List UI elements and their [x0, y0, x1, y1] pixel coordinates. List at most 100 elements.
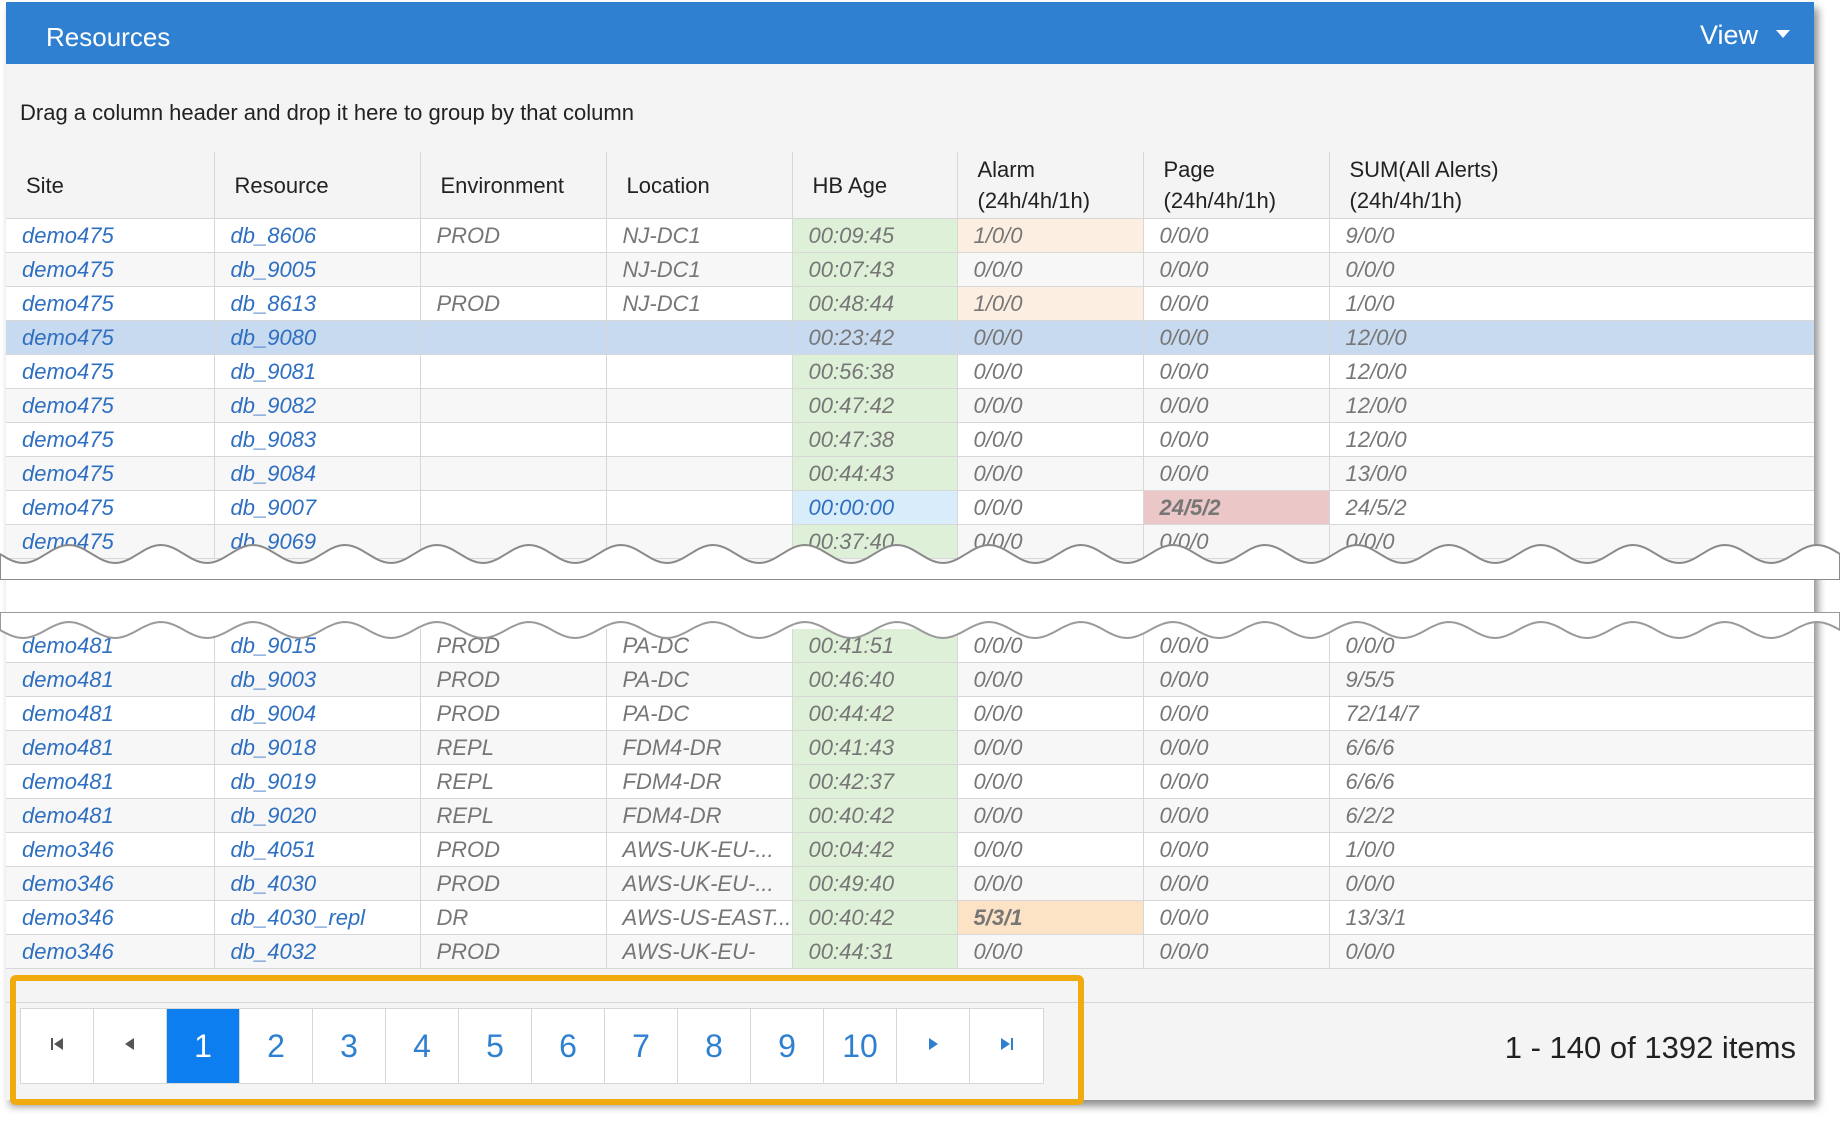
chevron-down-icon[interactable]	[1776, 30, 1790, 38]
table-row[interactable]: demo346 db_4032 PROD AWS-UK-EU- 00:44:31 0/0/…	[6, 934, 1814, 969]
previous-page-button[interactable]	[94, 1009, 167, 1083]
column-header-3[interactable]: Location	[605, 152, 792, 219]
table-row[interactable]: demo475 db_9083 00:47:38 0/0/0 0/0/0 12/0/0	[6, 422, 1814, 457]
cell-hb: 00:07:43	[791, 252, 957, 287]
cell-resource[interactable]: db_9084	[213, 456, 420, 491]
page-button-6[interactable]: 6	[532, 1009, 605, 1083]
table-row[interactable]: demo481 db_9019 REPL FDM4-DR 00:42:37 0/0/0 0/…	[6, 764, 1814, 799]
last-page-button[interactable]	[970, 1009, 1043, 1083]
cell-sum: 12/0/0	[1328, 354, 1814, 389]
cell-site[interactable]: demo475	[6, 218, 214, 253]
table-row[interactable]: demo475 db_9084 00:44:43 0/0/0 0/0/0 13/0/0	[6, 456, 1814, 491]
cell-resource[interactable]: db_9007	[213, 490, 420, 525]
table-row[interactable]: demo475 db_9082 00:47:42 0/0/0 0/0/0 12/0/0	[6, 388, 1814, 423]
column-header-6[interactable]: Page (24h/4h/1h)	[1142, 152, 1329, 219]
cell-resource[interactable]: db_4032	[213, 934, 420, 969]
cell-resource[interactable]: db_4030	[213, 866, 420, 901]
page-button-8[interactable]: 8	[678, 1009, 751, 1083]
first-page-button[interactable]	[21, 1009, 94, 1083]
cell-loc: NJ-DC1	[605, 286, 792, 321]
cell-site[interactable]: demo346	[6, 900, 214, 935]
column-header-1[interactable]: Resource	[213, 152, 420, 219]
cell-hb: 00:23:42	[791, 320, 957, 355]
cell-page: 0/0/0	[1142, 798, 1329, 833]
cell-site[interactable]: demo346	[6, 934, 214, 969]
cell-site[interactable]: demo346	[6, 832, 214, 867]
next-page-button[interactable]	[897, 1009, 970, 1083]
table-row[interactable]: demo475 db_9007 00:00:00 0/0/0 24/5/2 24/5/2	[6, 490, 1814, 525]
cell-env: PROD	[419, 866, 606, 901]
cell-site[interactable]: demo481	[6, 730, 214, 765]
page-button-3[interactable]: 3	[313, 1009, 386, 1083]
column-header-5[interactable]: Alarm (24h/4h/1h)	[956, 152, 1143, 219]
page-button-4[interactable]: 4	[386, 1009, 459, 1083]
cell-site[interactable]: demo481	[6, 662, 214, 697]
cell-site[interactable]: demo481	[6, 696, 214, 731]
page-button-10[interactable]: 10	[824, 1009, 897, 1083]
cell-alarm: 0/0/0	[956, 354, 1143, 389]
column-header-2[interactable]: Environment	[419, 152, 606, 219]
table-row[interactable]: demo346 db_4030_repl DR AWS-US-EAST... 00:40…	[6, 900, 1814, 935]
cell-resource[interactable]: db_8606	[213, 218, 420, 253]
view-menu-button[interactable]: View	[1700, 20, 1758, 51]
cell-loc: PA-DC	[605, 696, 792, 731]
cell-site[interactable]: demo475	[6, 490, 214, 525]
cell-page: 0/0/0	[1142, 320, 1329, 355]
cell-resource[interactable]: db_9003	[213, 662, 420, 697]
table-row[interactable]: demo481 db_9020 REPL FDM4-DR 00:40:42 0/0/0 0/…	[6, 798, 1814, 833]
cell-resource[interactable]: db_9004	[213, 696, 420, 731]
page-button-5[interactable]: 5	[459, 1009, 532, 1083]
table-row[interactable]: demo475 db_9081 00:56:38 0/0/0 0/0/0 12/0/0	[6, 354, 1814, 389]
cell-site[interactable]: demo475	[6, 252, 214, 287]
cell-sum: 1/0/0	[1328, 286, 1814, 321]
cell-alarm: 0/0/0	[956, 388, 1143, 423]
cell-resource[interactable]: db_9019	[213, 764, 420, 799]
cell-resource[interactable]: db_9083	[213, 422, 420, 457]
cell-site[interactable]: demo475	[6, 422, 214, 457]
cell-hb: 00:44:31	[791, 934, 957, 969]
cell-alarm: 0/0/0	[956, 934, 1143, 969]
cell-resource[interactable]: db_4030_repl	[213, 900, 420, 935]
cell-resource[interactable]: db_9080	[213, 320, 420, 355]
page-button-1[interactable]: 1	[167, 1009, 240, 1083]
cell-site[interactable]: demo475	[6, 320, 214, 355]
cell-site[interactable]: demo475	[6, 286, 214, 321]
cell-resource[interactable]: db_9081	[213, 354, 420, 389]
table-row[interactable]: demo475 db_8613 PROD NJ-DC1 00:48:44 1/0/0 0/0…	[6, 286, 1814, 321]
column-header-4[interactable]: HB Age	[791, 152, 957, 219]
page-button-7[interactable]: 7	[605, 1009, 678, 1083]
cell-loc: FDM4-DR	[605, 798, 792, 833]
cell-resource[interactable]: db_9020	[213, 798, 420, 833]
table-row[interactable]: demo481 db_9003 PROD PA-DC 00:46:40 0/0/0 0/0/…	[6, 662, 1814, 697]
column-header-7[interactable]: SUM(All Alerts) (24h/4h/1h)	[1328, 152, 1814, 219]
page-button-9[interactable]: 9	[751, 1009, 824, 1083]
cell-site[interactable]: demo475	[6, 388, 214, 423]
cell-resource[interactable]: db_9005	[213, 252, 420, 287]
cell-loc: NJ-DC1	[605, 252, 792, 287]
page-button-2[interactable]: 2	[240, 1009, 313, 1083]
table-row[interactable]: demo475 db_9005 NJ-DC1 00:07:43 0/0/0 0/0/0 0/…	[6, 252, 1814, 287]
table-row[interactable]: demo475 db_8606 PROD NJ-DC1 00:09:45 1/0/0 0/0…	[6, 218, 1814, 253]
cell-resource[interactable]: db_8613	[213, 286, 420, 321]
cell-page: 0/0/0	[1142, 696, 1329, 731]
cell-env: PROD	[419, 934, 606, 969]
table-row[interactable]: demo346 db_4030 PROD AWS-UK-EU-... 00:49:40 0…	[6, 866, 1814, 901]
cell-site[interactable]: demo475	[6, 456, 214, 491]
cell-resource[interactable]: db_9018	[213, 730, 420, 765]
table-row[interactable]: demo481 db_9018 REPL FDM4-DR 00:41:43 0/0/0 0/…	[6, 730, 1814, 765]
cell-resource[interactable]: db_4051	[213, 832, 420, 867]
cell-site[interactable]: demo481	[6, 764, 214, 799]
cell-env	[419, 388, 606, 423]
cell-env	[419, 354, 606, 389]
column-header-0[interactable]: Site	[6, 152, 214, 219]
cell-alarm: 0/0/0	[956, 456, 1143, 491]
cell-site[interactable]: demo475	[6, 354, 214, 389]
cell-loc: AWS-UK-EU-	[605, 934, 792, 969]
group-drop-zone[interactable]: Drag a column header and drop it here to…	[20, 100, 634, 126]
cell-site[interactable]: demo481	[6, 798, 214, 833]
cell-resource[interactable]: db_9082	[213, 388, 420, 423]
table-row[interactable]: demo481 db_9004 PROD PA-DC 00:44:42 0/0/0 0/0/…	[6, 696, 1814, 731]
table-row[interactable]: demo475 db_9080 00:23:42 0/0/0 0/0/0 12/0/0	[6, 320, 1814, 355]
table-row[interactable]: demo346 db_4051 PROD AWS-UK-EU-... 00:04:42 0…	[6, 832, 1814, 867]
cell-site[interactable]: demo346	[6, 866, 214, 901]
